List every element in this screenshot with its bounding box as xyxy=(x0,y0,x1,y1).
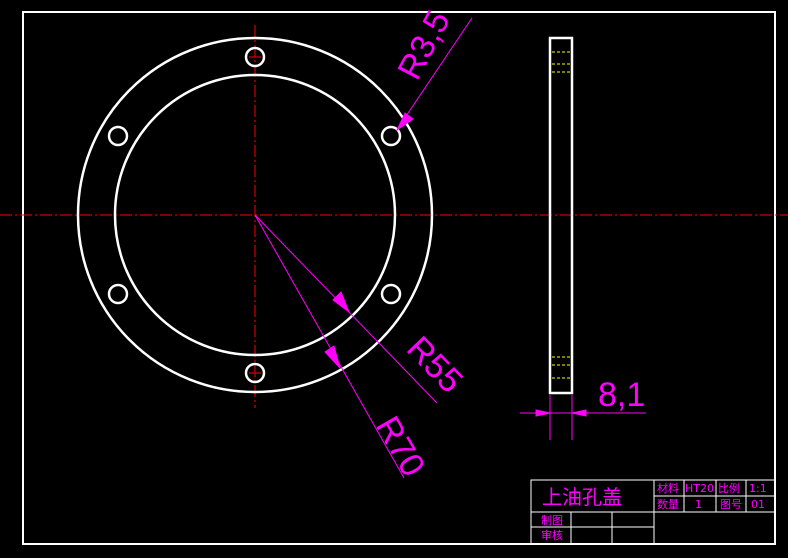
dim-outer-radius: R70 xyxy=(368,410,432,483)
checked-by-label: 审核 xyxy=(541,528,563,542)
side-view: 8,1 xyxy=(520,36,646,440)
dim-hole-radius: R3,5 xyxy=(391,4,458,85)
material-label: 材料 xyxy=(657,481,679,495)
quantity-value: 1 xyxy=(695,498,702,511)
dim-inner-radius: R55 xyxy=(399,329,470,400)
quantity-label: 数量 xyxy=(657,498,679,511)
material-value: HT20 xyxy=(685,482,714,495)
drawn-by-label: 制图 xyxy=(541,514,563,527)
scale-value: 1:1 xyxy=(749,482,767,495)
bolt-hole xyxy=(107,125,129,147)
part-name: 上油孔盖 xyxy=(542,485,622,509)
dim-thickness: 8,1 xyxy=(598,376,645,414)
r3-5-arrow xyxy=(395,112,414,132)
bolt-hole xyxy=(107,283,129,305)
r55-arrow xyxy=(332,291,351,314)
drawing-no-value: 01 xyxy=(751,498,765,511)
cad-drawing: R3,5 R55 R70 8,1 上油孔盖 材料 HT20 比例 1:1 数量 … xyxy=(0,4,788,545)
r70-arrow xyxy=(324,345,341,369)
radius-dimensions xyxy=(254,17,473,479)
drawing-no-label: 图号 xyxy=(720,498,742,511)
scale-label: 比例 xyxy=(718,481,740,495)
bolt-hole xyxy=(380,283,402,305)
